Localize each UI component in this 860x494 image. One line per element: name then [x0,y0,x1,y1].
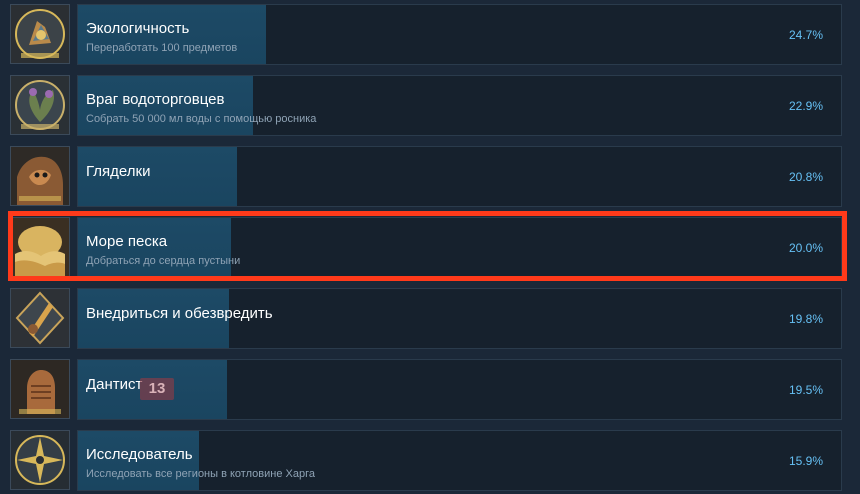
achievement-description: Собрать 50 000 мл воды с помощью росника [86,113,317,125]
achievement-percent: 19.5% [788,383,823,397]
achievement-row[interactable]: Враг водоторговцев Собрать 50 000 мл вод… [8,75,846,138]
creature-achievement-icon [10,146,70,206]
achievement-description: Исследовать все регионы в котловине Харг… [86,468,315,480]
achievement-percent: 24.7% [788,28,823,42]
achievement-row[interactable]: Внедриться и обезвредить 19.8% [8,288,846,351]
achievement-percent: 20.8% [788,170,823,184]
achievement-row[interactable]: Гляделки 20.8% [8,146,846,209]
compass-achievement-icon [10,430,70,490]
desert-achievement-icon [10,217,70,277]
achievement-description: Добраться до сердца пустыни [86,255,241,267]
achievement-name: Экологичность [86,20,190,37]
achievement-description: Переработать 100 предметов [86,42,238,54]
achievement-panel: Море песка Добраться до сердца пустыни 2… [77,217,842,278]
achievement-name: Дантист [86,376,143,393]
watermark-badge: 13 [140,378,174,400]
achievement-name: Враг водоторговцев [86,91,225,108]
achievement-panel: Дантист 19.5% [77,359,842,420]
achievement-percent: 19.8% [788,312,823,326]
achievement-percent: 22.9% [788,99,823,113]
achievement-row[interactable]: Дантист 19.5% [8,359,846,422]
achievement-percent: 15.9% [788,454,823,468]
achievement-name: Море песка [86,233,168,250]
fist-achievement-icon [10,359,70,419]
achievement-panel: Гляделки 20.8% [77,146,842,207]
achievement-name: Гляделки [86,163,151,180]
achievement-panel: Внедриться и обезвредить 19.8% [77,288,842,349]
achievement-row[interactable]: Море песка Добраться до сердца пустыни 2… [8,217,846,280]
achievement-percent: 20.0% [788,241,823,255]
achievement-row[interactable]: Исследователь Исследовать все регионы в … [8,430,846,493]
plant-achievement-icon [10,75,70,135]
achievement-row[interactable]: Экологичность Переработать 100 предметов… [8,4,846,67]
recycling-achievement-icon [10,4,70,64]
achievement-panel: Враг водоторговцев Собрать 50 000 мл вод… [77,75,842,136]
dagger-achievement-icon [10,288,70,348]
achievement-panel: Экологичность Переработать 100 предметов… [77,4,842,65]
achievement-name: Исследователь [86,446,193,463]
achievements-list: Экологичность Переработать 100 предметов… [0,0,860,494]
achievement-panel: Исследователь Исследовать все регионы в … [77,430,842,491]
achievement-name: Внедриться и обезвредить [86,305,273,322]
